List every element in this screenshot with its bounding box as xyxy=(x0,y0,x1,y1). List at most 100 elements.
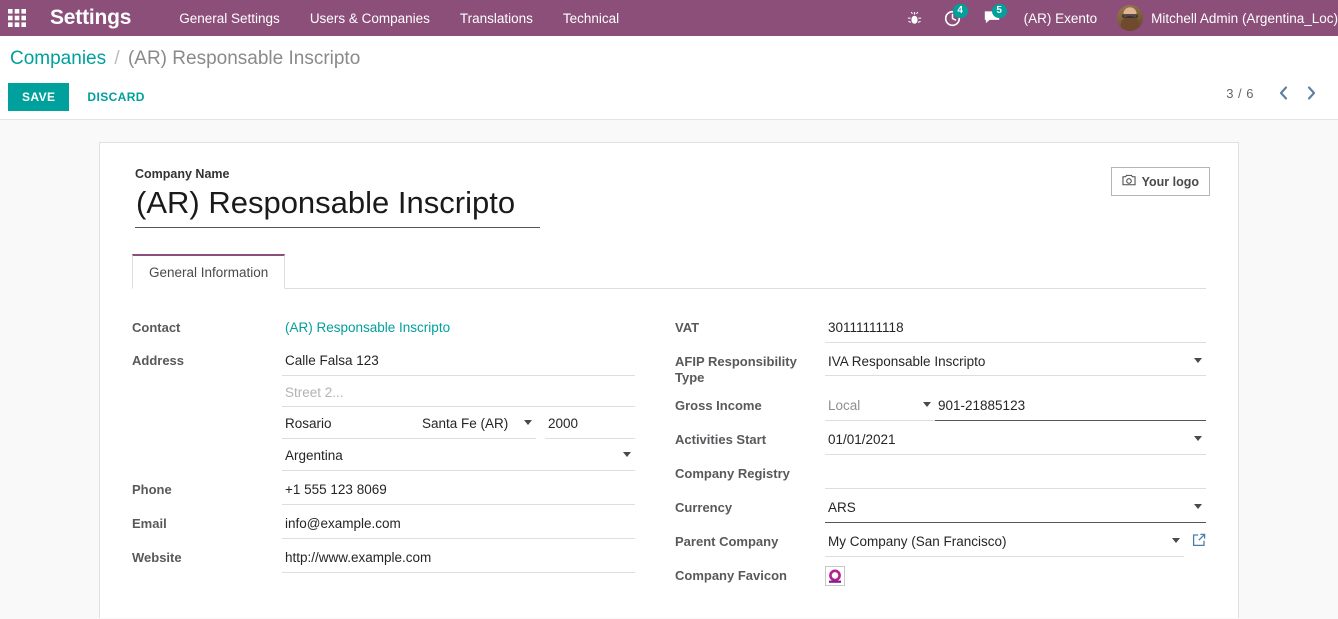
gross-income-type-input[interactable] xyxy=(825,393,935,422)
user-name-label: Mitchell Admin (Argentina_Loc) xyxy=(1151,10,1338,26)
company-logo-upload-button[interactable]: Your logo xyxy=(1110,167,1210,196)
address-city-input[interactable] xyxy=(282,411,419,440)
field-address: Address xyxy=(132,347,635,472)
field-vat: VAT xyxy=(675,314,1206,343)
website-input[interactable] xyxy=(282,544,635,573)
currency-select[interactable] xyxy=(825,494,1206,523)
company-name-input[interactable] xyxy=(135,183,540,228)
field-company-registry: Company Registry xyxy=(675,461,1206,489)
field-label-currency: Currency xyxy=(675,499,733,515)
address-state-select[interactable] xyxy=(419,411,536,440)
field-label-gross-income: Gross Income xyxy=(675,398,762,414)
afip-responsibility-type-input[interactable] xyxy=(825,348,1206,377)
vat-input[interactable] xyxy=(825,314,1206,343)
chevron-right-icon[interactable] xyxy=(1298,80,1324,106)
logo-button-label: Your logo xyxy=(1141,174,1199,189)
record-pager: 3 / 6 xyxy=(1226,80,1324,106)
form-sheet: Your logo Company Name General Informati… xyxy=(99,142,1239,618)
field-label-parent-company: Parent Company xyxy=(675,533,779,549)
parent-company-select[interactable] xyxy=(825,528,1184,557)
bug-icon[interactable] xyxy=(896,0,933,36)
company-title-block: Company Name xyxy=(132,167,1206,228)
field-parent-company: Parent Company xyxy=(675,528,1206,557)
gross-income-number-input[interactable] xyxy=(935,393,1206,422)
address-city-state-zip-row xyxy=(282,411,635,440)
afip-responsibility-type-select[interactable] xyxy=(825,348,1206,377)
apps-grid-icon[interactable] xyxy=(0,0,34,36)
address-country-select[interactable] xyxy=(282,443,635,472)
gross-income-type-select[interactable] xyxy=(825,393,935,422)
field-label-company-favicon: Company Favicon xyxy=(675,567,787,583)
field-label-vat: VAT xyxy=(675,319,700,335)
parent-company-row xyxy=(825,528,1206,557)
top-navbar: Settings General Settings Users & Compan… xyxy=(0,0,1338,36)
email-input[interactable] xyxy=(282,511,635,539)
field-gross-income: Gross Income xyxy=(675,393,1206,422)
tab-general-information[interactable]: General Information xyxy=(132,253,286,289)
main-menu: General Settings Users & Companies Trans… xyxy=(177,7,621,30)
breadcrumb: Companies / (AR) Responsable Inscripto xyxy=(8,46,1322,73)
user-menu[interactable]: Mitchell Admin (Argentina_Loc) xyxy=(1109,5,1338,31)
messages-count-badge: 5 xyxy=(991,4,1007,18)
control-panel-buttons: SAVE DISCARD xyxy=(8,82,1322,111)
chevron-left-icon[interactable] xyxy=(1270,80,1296,106)
activities-start-datepicker[interactable] xyxy=(825,427,1206,456)
avatar xyxy=(1117,5,1144,31)
address-zip-input[interactable] xyxy=(545,411,635,440)
field-label-address: Address xyxy=(132,352,185,368)
breadcrumb-separator: / xyxy=(114,48,120,69)
address-country-input[interactable] xyxy=(282,443,635,472)
currency-input[interactable] xyxy=(825,494,1206,523)
address-group xyxy=(282,347,635,472)
field-label-afip-responsibility-type: AFIP Responsibility Type xyxy=(675,353,797,386)
messages-chat-icon[interactable]: 5 xyxy=(972,0,1012,36)
notebook-tabs: General Information xyxy=(132,253,1206,289)
activities-start-input[interactable] xyxy=(825,427,1206,456)
field-label-phone: Phone xyxy=(132,482,172,498)
menu-item-translations[interactable]: Translations xyxy=(458,7,535,30)
address-street2-input[interactable] xyxy=(282,379,635,408)
company-switcher[interactable]: (AR) Exento xyxy=(1012,11,1110,26)
field-phone: Phone xyxy=(132,477,635,506)
field-company-favicon: Company Favicon xyxy=(675,563,1206,590)
field-afip-responsibility-type: AFIP Responsibility Type xyxy=(675,348,1206,388)
activities-clock-icon[interactable]: 4 xyxy=(933,0,972,36)
breadcrumb-companies-link[interactable]: Companies xyxy=(10,48,106,69)
menu-item-general-settings[interactable]: General Settings xyxy=(177,7,282,30)
discard-button[interactable]: DISCARD xyxy=(77,83,154,111)
company-name-label: Company Name xyxy=(135,167,230,181)
navbar-right-group: 4 5 (AR) Exento Mitchell Admin (Argentin… xyxy=(896,0,1338,36)
field-label-email: Email xyxy=(132,516,167,532)
contact-value-link[interactable]: (AR) Responsable Inscripto xyxy=(282,315,635,342)
parent-company-input[interactable] xyxy=(825,528,1184,557)
gross-income-row xyxy=(825,393,1206,422)
pager-count: 3 / 6 xyxy=(1226,85,1254,101)
form-columns: Contact (AR) Responsable Inscripto Addre… xyxy=(132,289,1206,596)
address-street-input[interactable] xyxy=(282,347,635,376)
field-email: Email xyxy=(132,511,635,539)
field-website: Website xyxy=(132,544,635,573)
activities-count-badge: 4 xyxy=(952,4,968,18)
menu-item-users-companies[interactable]: Users & Companies xyxy=(308,7,432,30)
save-button[interactable]: SAVE xyxy=(8,82,70,111)
breadcrumb-current: (AR) Responsable Inscripto xyxy=(127,48,361,69)
field-label-activities-start: Activities Start xyxy=(675,432,767,448)
camera-icon xyxy=(1122,174,1136,189)
odoo-favicon-icon[interactable] xyxy=(825,565,845,586)
external-link-icon[interactable] xyxy=(1192,529,1206,552)
field-contact: Contact (AR) Responsable Inscripto xyxy=(132,315,635,342)
app-brand-title[interactable]: Settings xyxy=(50,6,131,30)
form-view-body: Your logo Company Name General Informati… xyxy=(0,120,1338,618)
company-registry-input[interactable] xyxy=(825,461,1206,489)
phone-input[interactable] xyxy=(282,477,635,506)
address-state-input[interactable] xyxy=(419,411,536,440)
form-column-right: VAT AFIP Responsibility Type xyxy=(669,314,1206,596)
form-column-left: Contact (AR) Responsable Inscripto Addre… xyxy=(132,315,669,596)
control-panel: Companies / (AR) Responsable Inscripto S… xyxy=(0,36,1338,120)
field-label-company-registry: Company Registry xyxy=(675,466,790,482)
field-label-contact: Contact xyxy=(132,319,181,335)
field-activities-start: Activities Start xyxy=(675,427,1206,456)
field-currency: Currency xyxy=(675,494,1206,523)
menu-item-technical[interactable]: Technical xyxy=(561,7,621,30)
field-label-website: Website xyxy=(132,549,182,565)
